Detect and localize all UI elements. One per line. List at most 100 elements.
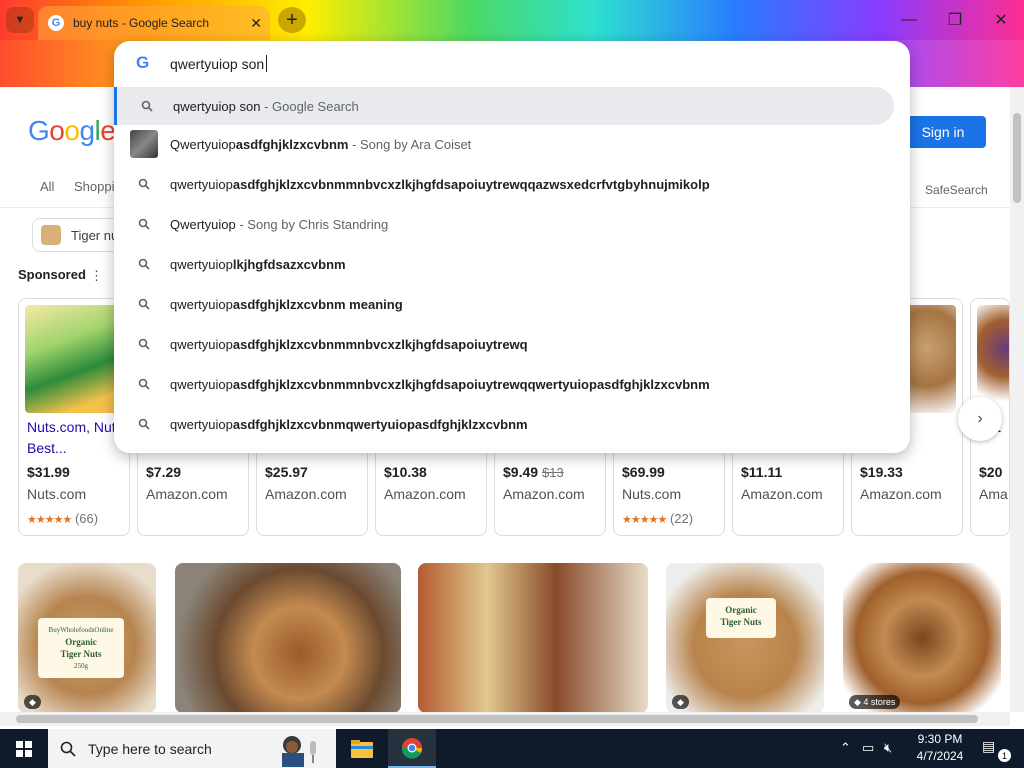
clock-date: 4/7/2024 (916, 749, 964, 763)
product-price: $9.49 (503, 464, 539, 480)
tab-close-icon[interactable]: ✕ (250, 15, 262, 32)
product-rating: ★★★★★ (66) (27, 511, 98, 526)
suggestion-text: qwertyuiop son - Google Search (173, 99, 359, 114)
package-label: BuyWholefoodsOnline Organic Tiger Nuts 2… (38, 618, 124, 678)
suggestion-item[interactable]: qwertyuiopasdfghjklzxcvbnmqwertyuiopasdf… (114, 405, 894, 443)
system-clock[interactable]: 9:30 PM 4/7/2024 (904, 731, 976, 765)
suggestion-sub: - Song by Chris Standring (235, 216, 389, 232)
suggestion-text: Qwertyuiopasdfghjklzxcvbnm - Song by Ara… (170, 137, 471, 152)
star-rating-icon: ★★★★★ (622, 514, 667, 526)
clock-time: 9:30 PM (917, 732, 963, 746)
suggestion-prefix: qwertyuiop (170, 176, 233, 192)
suggestion-completion: asdfghjklzxcvbnmqwertyuiopasdfghjklzxcvb… (232, 416, 528, 432)
product-store: Amazon.com (503, 486, 585, 502)
sign-in-button[interactable]: Sign in (900, 116, 986, 148)
song-thumbnail (130, 130, 158, 158)
stores-badge: ◆ 4 stores (849, 695, 901, 709)
product-price: $25.97 (265, 464, 308, 480)
suggestion-item[interactable]: qwertyuioplkjhgfdsazxcvbnm (114, 245, 894, 283)
suggestion-prefix: qwertyuiop (170, 376, 233, 392)
browser-titlebar: ▼ G buy nuts - Google Search ✕ + — ❐ ✕ (0, 0, 1024, 40)
safesearch-button[interactable]: SafeSearch (925, 183, 988, 197)
cortana-illustration[interactable] (270, 731, 330, 767)
suggestion-prefix: qwertyuiop son (173, 98, 261, 114)
product-store: Amazon.com (384, 486, 466, 502)
star-rating-icon: ★★★★★ (27, 514, 72, 526)
suggestion-prefix: qwertyuiop (170, 256, 233, 272)
suggestion-item[interactable]: Qwertyuiop - Song by Chris Standring (114, 205, 894, 243)
suggestion-completion: asdfghjklzxcvbnm (235, 136, 349, 152)
search-icon (136, 416, 152, 432)
image-result[interactable] (175, 563, 401, 712)
suggestion-text: qwertyuiopasdfghjklzxcvbnmqwertyuiopasdf… (170, 417, 528, 432)
network-icon[interactable]: ▭ (862, 740, 874, 756)
product-store: Nuts.com (622, 486, 682, 502)
windows-start-icon[interactable] (0, 729, 48, 768)
image-result[interactable]: Organic Tiger Nuts ◆ (666, 563, 824, 712)
horizontal-scrollbar[interactable] (0, 712, 1010, 726)
file-explorer-icon[interactable] (338, 729, 386, 768)
scrollbar-thumb[interactable] (16, 715, 978, 723)
chrome-icon[interactable] (388, 729, 436, 768)
package-line: Organic (65, 637, 97, 647)
google-logo[interactable]: Google (28, 115, 116, 147)
tag-icon: ◆ (854, 696, 864, 707)
suggestion-text: Qwertyuiop - Song by Chris Standring (170, 217, 388, 232)
browser-tab[interactable]: G buy nuts - Google Search ✕ (38, 6, 270, 40)
image-result[interactable] (418, 563, 648, 712)
chevron-right-icon[interactable]: › (958, 397, 1002, 441)
omnibox-input[interactable] (170, 53, 730, 75)
vertical-scrollbar[interactable] (1010, 87, 1024, 712)
tab-shopping[interactable]: Shoppi (74, 179, 114, 194)
scrollbar-thumb[interactable] (1013, 113, 1021, 203)
search-icon (136, 176, 152, 192)
product-title[interactable]: Nuts.com, Nutty Best... (27, 417, 127, 459)
product-store: Amazon.com (146, 486, 228, 502)
product-store: Amazon.com (265, 486, 347, 502)
suggestion-item[interactable]: qwertyuiop son - Google Search (114, 87, 894, 125)
chevron-up-icon[interactable]: ⌃ (840, 740, 851, 756)
search-icon (136, 336, 152, 352)
new-tab-button[interactable]: + (278, 7, 306, 33)
window-close-icon[interactable]: ✕ (978, 0, 1024, 40)
tag-icon: ◆ (24, 695, 41, 709)
tab-search-button[interactable]: ▼ (6, 7, 34, 33)
suggestion-prefix: qwertyuiop (170, 296, 233, 312)
package-line: Organic (725, 605, 757, 615)
taskbar: Type here to search ⌃ ▭ 🔇︎ 9:30 PM 4/7/2… (0, 729, 1024, 768)
image-result[interactable]: ◆ 4 stores (843, 563, 1001, 712)
product-price: $69.99 (622, 464, 665, 480)
tab-title: buy nuts - Google Search (73, 16, 210, 30)
suggestion-item[interactable]: qwertyuiopasdfghjklzxcvbnmmnbvcxzlkjhgfd… (114, 165, 894, 203)
search-icon (136, 256, 152, 272)
restore-icon[interactable]: ❐ (932, 0, 978, 40)
screen: ▼ G buy nuts - Google Search ✕ + — ❐ ✕ ←… (0, 0, 1024, 768)
more-options-icon[interactable]: ⋮ (90, 268, 103, 284)
suggestion-item[interactable]: qwertyuiopasdfghjklzxcvbnmmnbvcxzlkjhgfd… (114, 365, 894, 403)
volume-muted-icon[interactable]: 🔇︎ (884, 740, 892, 756)
suggestion-item[interactable]: qwertyuiopasdfghjklzxcvbnm meaning (114, 285, 894, 323)
product-store: Ama (979, 486, 1008, 502)
product-price: $7.29 (146, 464, 182, 480)
suggestion-text: qwertyuiopasdfghjklzxcvbnm meaning (170, 297, 403, 312)
suggestion-item[interactable]: qwertyuiopasdfghjklzxcvbnmmnbvcxzlkjhgfd… (114, 325, 894, 363)
suggestion-completion: asdfghjklzxcvbnmmnbvcxzlkjhgfdsapoiuytre… (232, 176, 710, 192)
product-store: Amazon.com (741, 486, 823, 502)
product-image (25, 305, 123, 413)
product-price: $31.99 (27, 464, 70, 480)
image-result[interactable]: BuyWholefoodsOnline Organic Tiger Nuts 2… (18, 563, 156, 712)
minimize-icon[interactable]: — (886, 0, 932, 40)
suggestion-prefix: Qwertyuiop (170, 136, 236, 152)
product-price: $19.33 (860, 464, 903, 480)
product-store: Nuts.com (27, 486, 87, 502)
taskbar-search-placeholder: Type here to search (88, 740, 212, 757)
suggestion-sub: - Song by Ara Coiset (348, 136, 472, 152)
suggestion-item[interactable]: Qwertyuiopasdfghjklzxcvbnm - Song by Ara… (114, 125, 894, 163)
suggestion-prefix: Qwertyuiop (170, 216, 236, 232)
suggestion-prefix: qwertyuiop (170, 416, 233, 432)
suggestion-completion: asdfghjklzxcvbnmmnbvcxzlkjhgfdsapoiuytre… (232, 376, 710, 392)
suggestion-sub: - Google Search (260, 98, 359, 114)
chip-label: Tiger nu (71, 227, 119, 243)
tab-all[interactable]: All (40, 179, 54, 194)
product-was-price: $13 (542, 465, 564, 480)
